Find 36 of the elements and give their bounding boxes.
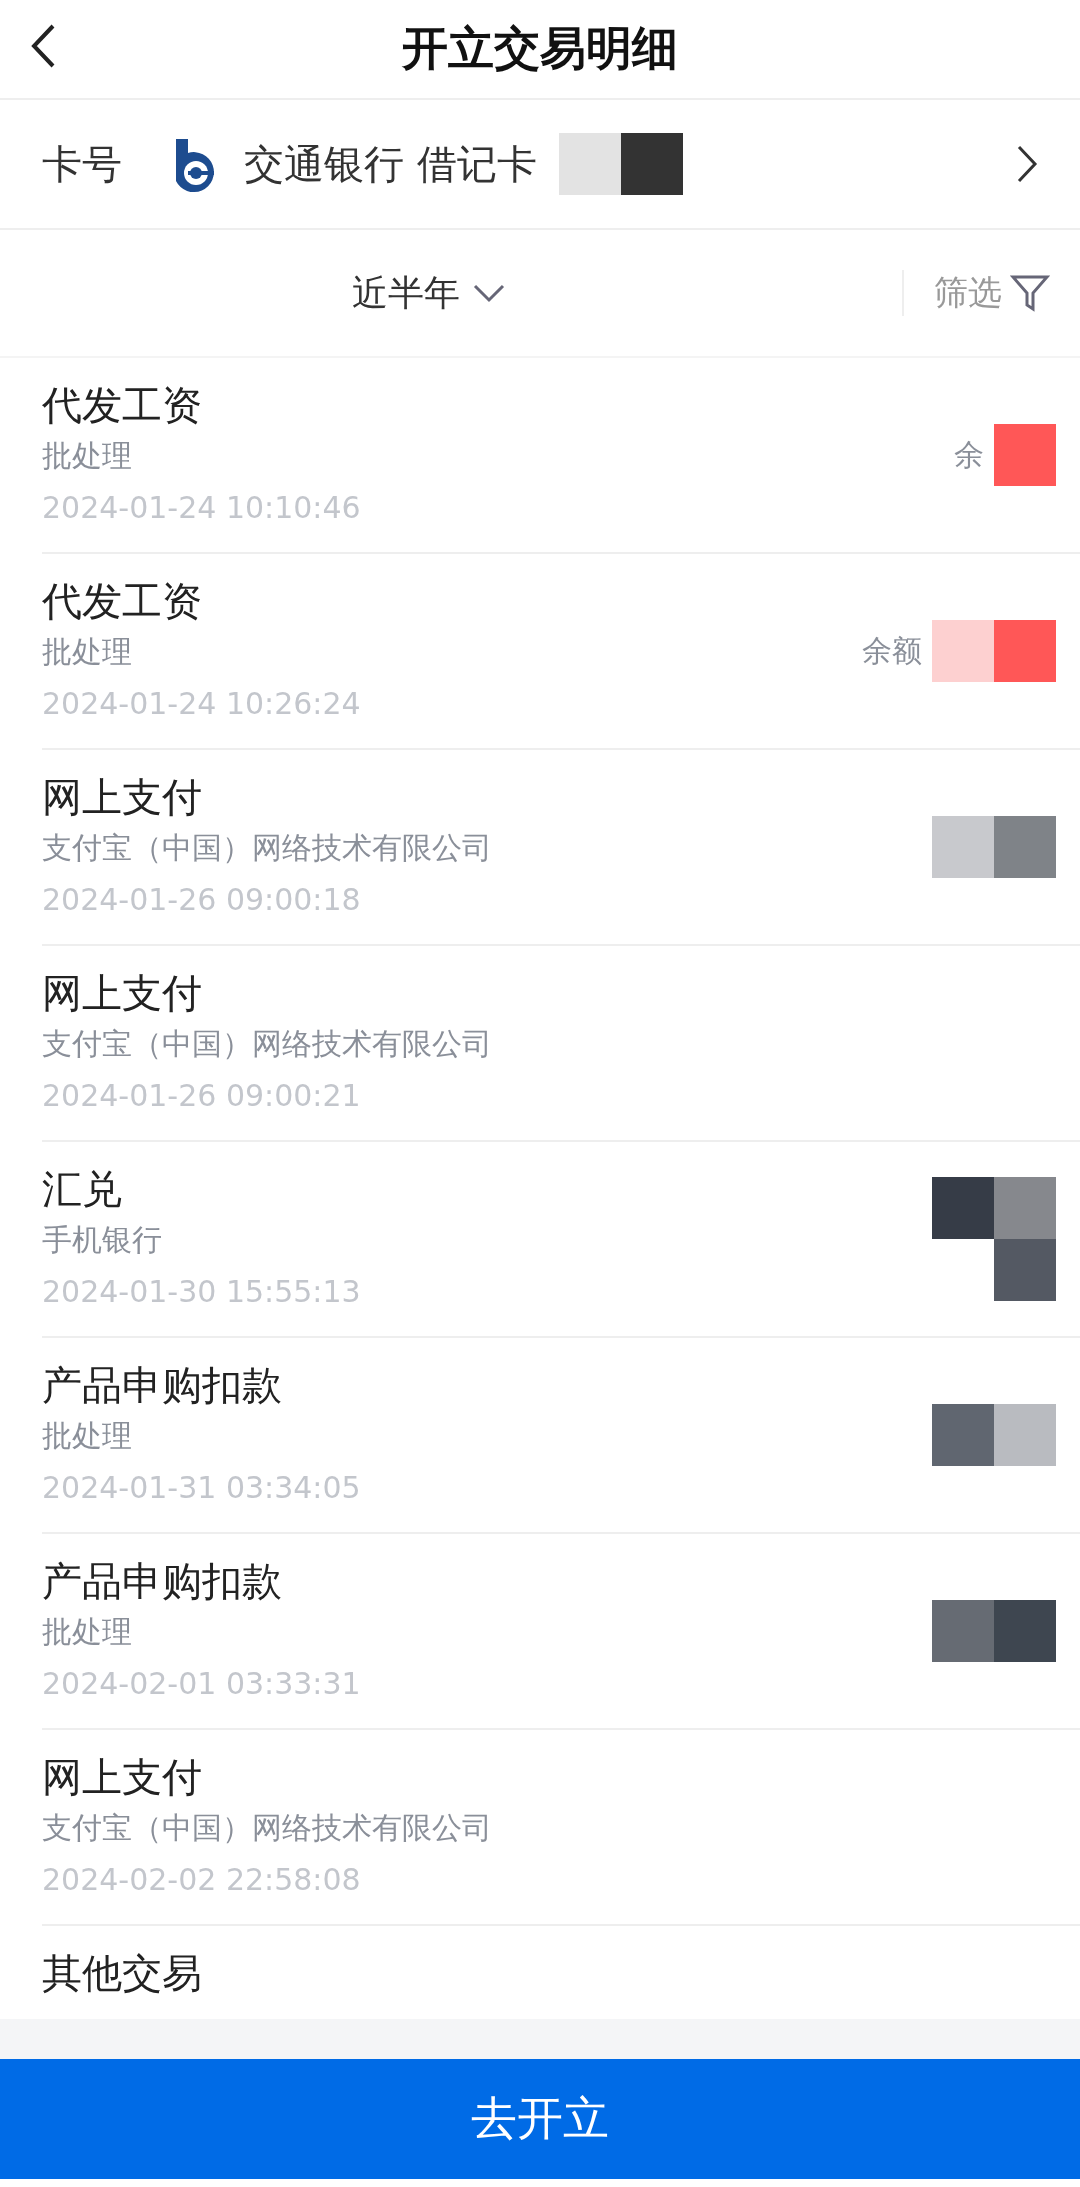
transaction-source: 批处理	[42, 1417, 133, 1455]
transaction-title: 代发工资	[42, 577, 203, 626]
transaction-source: 支付宝（中国）网络技术有限公司	[42, 829, 493, 867]
open-button[interactable]: 去开立	[0, 2059, 1080, 2179]
transaction-title: 产品申购扣款	[42, 1361, 283, 1410]
transaction-time: 2024-02-01 03:33:31	[42, 1666, 362, 1701]
transaction-title: 代发工资	[42, 381, 203, 430]
transaction-source: 支付宝（中国）网络技术有限公司	[42, 1809, 493, 1847]
transaction-title: 产品申购扣款	[42, 1557, 283, 1606]
transaction-time: 2024-01-26 09:00:18	[42, 882, 362, 917]
period-dropdown[interactable]: 近半年	[352, 268, 506, 318]
transaction-source: 批处理	[42, 437, 133, 475]
transaction-title: 其他交易	[42, 1949, 203, 1998]
card-selector[interactable]: 卡号 交通银行 借记卡	[0, 100, 1080, 230]
transaction-time: 2024-01-31 03:34:05	[42, 1470, 362, 1505]
transaction-time: 2024-01-24 10:10:46	[42, 490, 362, 525]
bank-name: 交通银行 借记卡	[244, 139, 537, 189]
card-label: 卡号	[42, 139, 122, 189]
transaction-source: 支付宝（中国）网络技术有限公司	[42, 1025, 493, 1063]
filter-icon	[1010, 273, 1050, 313]
transaction-source: 批处理	[42, 1613, 133, 1651]
transaction-time: 2024-02-02 22:58:08	[42, 1862, 362, 1897]
transaction-title: 网上支付	[42, 1753, 203, 1802]
chevron-right-icon	[1016, 144, 1038, 184]
transaction-title: 网上支付	[42, 773, 203, 822]
page-title: 开立交易明细	[402, 20, 678, 77]
transaction-source: 手机银行	[42, 1221, 163, 1259]
balance-label: 余	[954, 435, 984, 474]
transaction-title: 汇兑	[42, 1165, 123, 1214]
transaction-time: 2024-01-24 10:26:24	[42, 686, 362, 721]
balance-label: 余额	[862, 631, 922, 670]
transaction-title: 网上支付	[42, 969, 203, 1018]
transaction-time: 2024-01-26 09:00:21	[42, 1078, 362, 1113]
transaction-time: 2024-01-30 15:55:13	[42, 1274, 362, 1309]
transaction-source: 批处理	[42, 633, 133, 671]
caret-icon	[472, 283, 506, 303]
